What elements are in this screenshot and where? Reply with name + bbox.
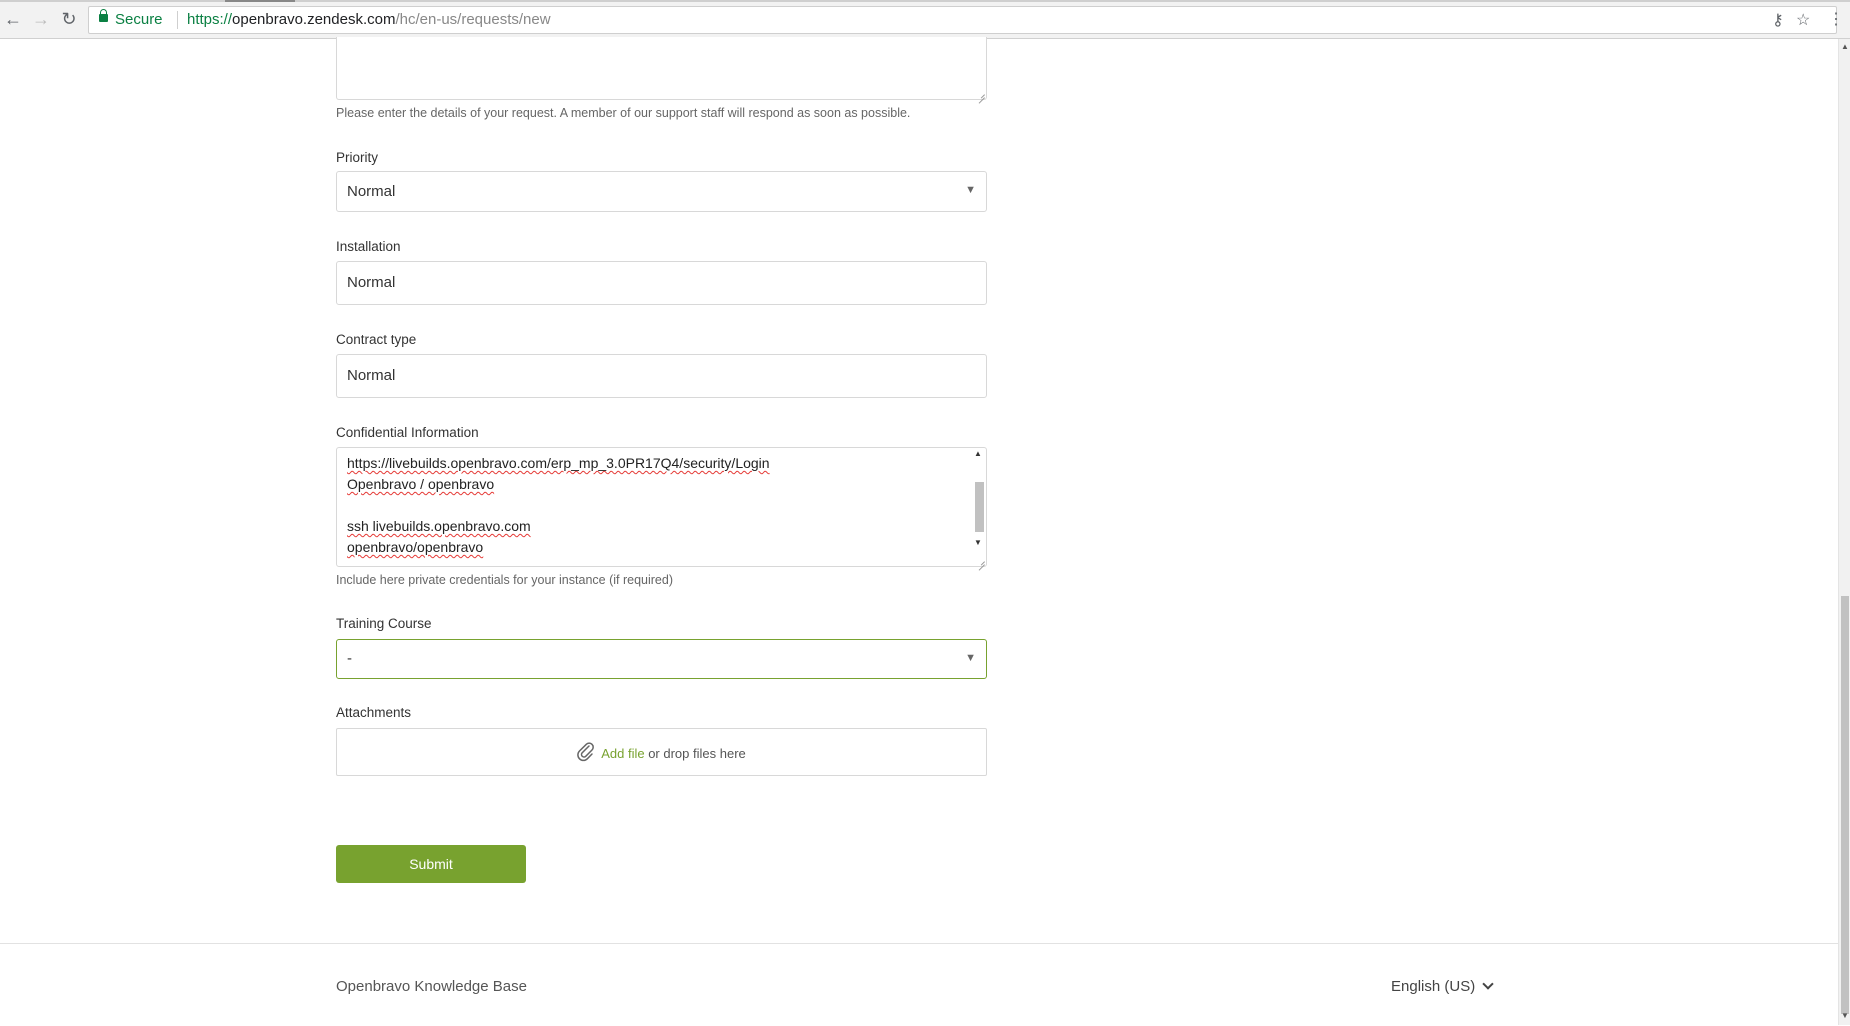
training-course-value: -	[347, 650, 352, 667]
footer-brand[interactable]: Openbravo Knowledge Base	[336, 978, 527, 995]
priority-select[interactable]: Normal ▼	[336, 171, 987, 212]
training-course-label: Training Course	[336, 616, 432, 631]
priority-value: Normal	[347, 183, 396, 200]
confidential-line: https://livebuilds.openbravo.com/erp_mp_…	[347, 455, 770, 471]
confidential-line: ssh livebuilds.openbravo.com	[347, 518, 531, 534]
page-scrollbar[interactable]: ▲ ▼	[1838, 39, 1850, 1025]
priority-label: Priority	[336, 150, 379, 165]
url-text[interactable]: https://openbravo.zendesk.com/hc/en-us/r…	[187, 11, 551, 28]
forward-icon[interactable]: →	[30, 8, 52, 30]
paperclip-icon	[577, 742, 595, 765]
training-course-select[interactable]: - ▼	[336, 639, 987, 679]
reload-icon[interactable]: ↻	[58, 8, 80, 30]
dropdown-arrow-icon: ▼	[965, 652, 976, 664]
submit-button[interactable]: Submit	[336, 845, 526, 883]
dropdown-arrow-icon: ▼	[965, 184, 976, 196]
chevron-down-icon	[1482, 978, 1494, 990]
description-textarea[interactable]	[336, 37, 987, 100]
confidential-info-hint: Include here private credentials for you…	[336, 573, 673, 587]
add-file-link[interactable]: Add file	[601, 746, 644, 761]
contract-type-value: Normal	[347, 367, 396, 384]
confidential-line: openbravo/openbravo	[347, 539, 484, 555]
star-icon[interactable]: ☆	[1796, 10, 1810, 30]
installation-field[interactable]: Normal	[336, 261, 987, 305]
textarea-scrollbar[interactable]: ▲ ▼	[972, 448, 986, 566]
drop-files-text: or drop files here	[644, 746, 746, 761]
contract-type-field[interactable]: Normal	[336, 354, 987, 398]
installation-label: Installation	[336, 239, 401, 254]
attachments-dropzone[interactable]: Add file or drop files here	[336, 728, 987, 776]
back-icon[interactable]: ←	[2, 8, 24, 30]
page-scrollbar-thumb[interactable]	[1841, 596, 1849, 1014]
confidential-info-textarea[interactable]: https://livebuilds.openbravo.com/erp_mp_…	[336, 447, 987, 567]
language-selector[interactable]: English (US)	[1391, 978, 1494, 995]
menu-icon[interactable]: ⋮	[1828, 9, 1844, 29]
key-icon[interactable]: ⚷	[1772, 10, 1784, 30]
browser-toolbar: ← → ↻ Secure https://openbravo.zendesk.c…	[0, 0, 1850, 39]
confidential-info-text: https://livebuilds.openbravo.com/erp_mp_…	[347, 453, 770, 558]
language-label: English (US)	[1391, 978, 1476, 995]
contract-type-label: Contract type	[336, 332, 417, 347]
secure-label: Secure	[115, 11, 163, 28]
confidential-info-label: Confidential Information	[336, 425, 479, 440]
page-footer: Openbravo Knowledge Base English (US)	[0, 943, 1838, 1026]
lock-icon	[99, 9, 108, 22]
confidential-line: Openbravo / openbravo	[347, 476, 495, 492]
address-bar[interactable]: Secure https://openbravo.zendesk.com/hc/…	[88, 6, 1837, 34]
installation-value: Normal	[347, 274, 396, 291]
resize-handle[interactable]	[977, 90, 985, 98]
tab-strip-edge	[0, 0, 1850, 2]
description-hint: Please enter the details of your request…	[336, 106, 911, 120]
resize-handle[interactable]	[977, 557, 985, 565]
attachments-label: Attachments	[336, 705, 412, 720]
